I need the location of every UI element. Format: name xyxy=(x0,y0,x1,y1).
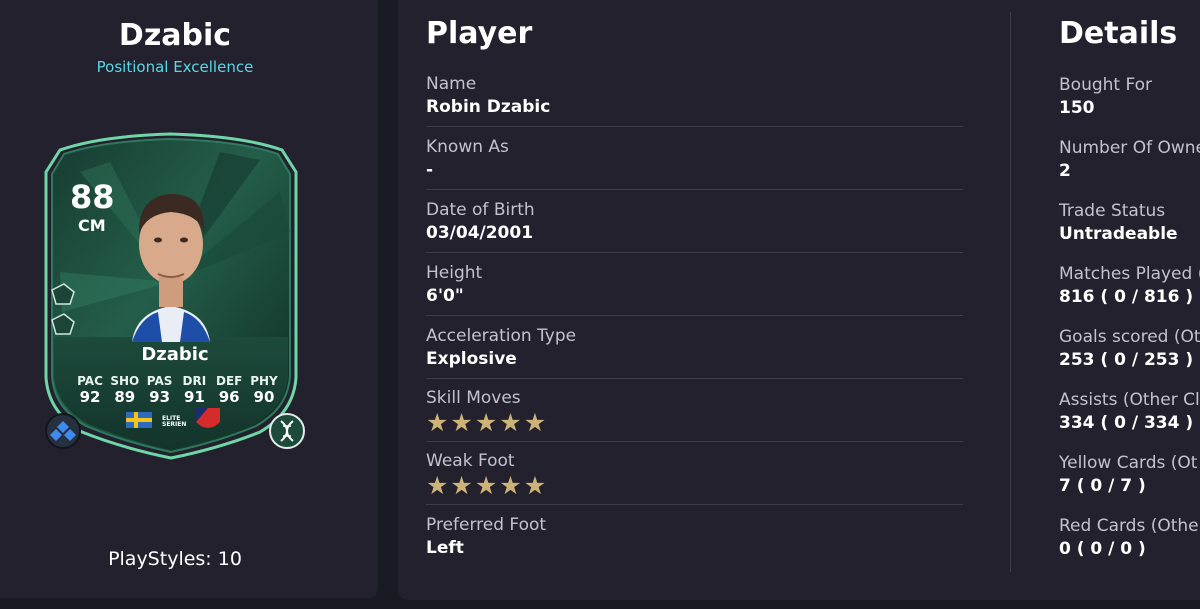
row-label: Skill Moves xyxy=(426,388,521,408)
row-label: Height xyxy=(426,263,483,283)
stat-label: PHY xyxy=(250,374,278,388)
stat-label: DRI xyxy=(182,374,207,388)
player-section-title: Player xyxy=(426,16,533,51)
card-subtitle: Positional Excellence xyxy=(96,58,254,76)
row-name: Name Robin Dzabic xyxy=(426,74,963,117)
card-title: Dzabic xyxy=(118,18,232,53)
star-icon: ★ xyxy=(450,408,473,437)
star-icon: ★ xyxy=(474,471,498,500)
stat-pac: PAC 92 xyxy=(74,374,106,406)
detail-value: 150 xyxy=(1059,98,1095,118)
star-icon: ★ xyxy=(523,408,547,437)
card-rating: 88 xyxy=(70,178,115,216)
club-badge xyxy=(196,408,220,428)
dna-icon[interactable] xyxy=(268,412,306,450)
row-value: 03/04/2001 xyxy=(426,223,534,243)
row-acceleration-type: Acceleration Type Explosive xyxy=(426,326,963,369)
detail-label: Trade Status xyxy=(1059,201,1166,221)
detail-label: Goals scored (Ot xyxy=(1059,327,1200,347)
detail-value: 7 ( 0 / 7 ) xyxy=(1059,476,1146,496)
row-label: Date of Birth xyxy=(426,200,535,220)
stat-label: PAC xyxy=(77,374,103,388)
row-skill-moves: Skill Moves ★ ★ ★ ★ ★ xyxy=(426,388,963,435)
detail-label: Assists (Other Clu xyxy=(1059,390,1200,410)
detail-value: 253 ( 0 / 253 ) xyxy=(1059,350,1194,370)
details-section-title: Details xyxy=(1059,16,1178,51)
row-divider xyxy=(426,315,963,316)
row-value: Left xyxy=(426,538,464,558)
stat-def: DEF 96 xyxy=(213,374,245,406)
detail-bought-for: Bought For 150 xyxy=(1059,75,1200,118)
card-player-name: Dzabic xyxy=(141,344,209,365)
row-date-of-birth: Date of Birth 03/04/2001 xyxy=(426,200,963,243)
row-value: Explosive xyxy=(426,349,517,369)
detail-value: 0 ( 0 / 0 ) xyxy=(1059,539,1146,559)
detail-value: 334 ( 0 / 334 ) xyxy=(1059,413,1194,433)
star-icon: ★ xyxy=(499,408,522,437)
league-badge: ELITE SERIEN xyxy=(162,416,186,428)
detail-number-of-owners: Number Of Owne 2 xyxy=(1059,138,1200,181)
detail-assists: Assists (Other Clu 334 ( 0 / 334 ) xyxy=(1059,390,1200,433)
card-position: CM xyxy=(78,216,106,235)
skill-moves-stars: ★ ★ ★ ★ ★ xyxy=(426,410,963,435)
section-divider xyxy=(1010,12,1011,572)
star-icon: ★ xyxy=(426,408,449,437)
star-icon: ★ xyxy=(474,408,498,437)
detail-label: Bought For xyxy=(1059,75,1153,95)
detail-label: Red Cards (Other xyxy=(1059,516,1200,536)
detail-value: Untradeable xyxy=(1059,224,1178,244)
row-label: Acceleration Type xyxy=(426,326,577,346)
row-divider xyxy=(426,504,963,505)
stat-value: 96 xyxy=(218,388,240,406)
detail-yellow-cards: Yellow Cards (Ot 7 ( 0 / 7 ) xyxy=(1059,453,1200,496)
row-label: Known As xyxy=(426,137,509,157)
card-stats: PAC 92 SHO 89 PAS 93 DRI 91 DEF 96 PHY 90 xyxy=(74,374,280,406)
stat-value: 89 xyxy=(114,388,136,406)
stat-pas: PAS 93 xyxy=(144,374,176,406)
row-value: 6'0" xyxy=(426,286,464,306)
row-label: Preferred Foot xyxy=(426,515,547,535)
detail-goals-scored: Goals scored (Ot 253 ( 0 / 253 ) xyxy=(1059,327,1200,370)
row-known-as: Known As - xyxy=(426,137,963,180)
stat-label: PAS xyxy=(146,374,173,388)
row-divider xyxy=(426,126,963,127)
stat-value: 90 xyxy=(253,388,275,406)
weak-foot-stars: ★ ★ ★ ★ ★ xyxy=(426,473,963,498)
row-value: Robin Dzabic xyxy=(426,97,551,117)
star-icon: ★ xyxy=(523,471,547,500)
chemistry-style-icon[interactable] xyxy=(44,412,82,450)
star-icon: ★ xyxy=(426,471,449,500)
sweden-flag xyxy=(126,412,152,428)
row-divider xyxy=(426,378,963,379)
row-divider xyxy=(426,189,963,190)
row-divider xyxy=(426,441,963,442)
stat-value: 93 xyxy=(149,388,171,406)
detail-label: Matches Played ( xyxy=(1059,264,1200,284)
row-preferred-foot: Preferred Foot Left xyxy=(426,515,963,558)
row-label: Weak Foot xyxy=(426,451,515,471)
row-height: Height 6'0" xyxy=(426,263,963,306)
detail-trade-status: Trade Status Untradeable xyxy=(1059,201,1200,244)
row-label: Name xyxy=(426,74,477,94)
stat-value: 91 xyxy=(183,388,205,406)
stat-sho: SHO 89 xyxy=(109,374,141,406)
stat-value: 92 xyxy=(79,388,101,406)
stat-label: DEF xyxy=(216,374,243,388)
stat-phy: PHY 90 xyxy=(248,374,280,406)
detail-label: Number Of Owne xyxy=(1059,138,1200,158)
detail-value: 816 ( 0 / 816 ) xyxy=(1059,287,1194,307)
star-icon: ★ xyxy=(499,471,522,500)
row-value: - xyxy=(426,160,434,180)
league-badge-line2: SERIEN xyxy=(162,421,187,428)
detail-label: Yellow Cards (Ot xyxy=(1059,453,1198,473)
playstyles-count: PlayStyles: 10 xyxy=(108,548,242,570)
row-divider xyxy=(426,252,963,253)
star-icon: ★ xyxy=(450,471,473,500)
detail-red-cards: Red Cards (Other 0 ( 0 / 0 ) xyxy=(1059,516,1200,559)
stat-dri: DRI 91 xyxy=(178,374,210,406)
detail-matches-played: Matches Played ( 816 ( 0 / 816 ) xyxy=(1059,264,1200,307)
detail-value: 2 xyxy=(1059,161,1071,181)
stat-label: SHO xyxy=(110,374,140,388)
row-weak-foot: Weak Foot ★ ★ ★ ★ ★ xyxy=(426,451,963,498)
